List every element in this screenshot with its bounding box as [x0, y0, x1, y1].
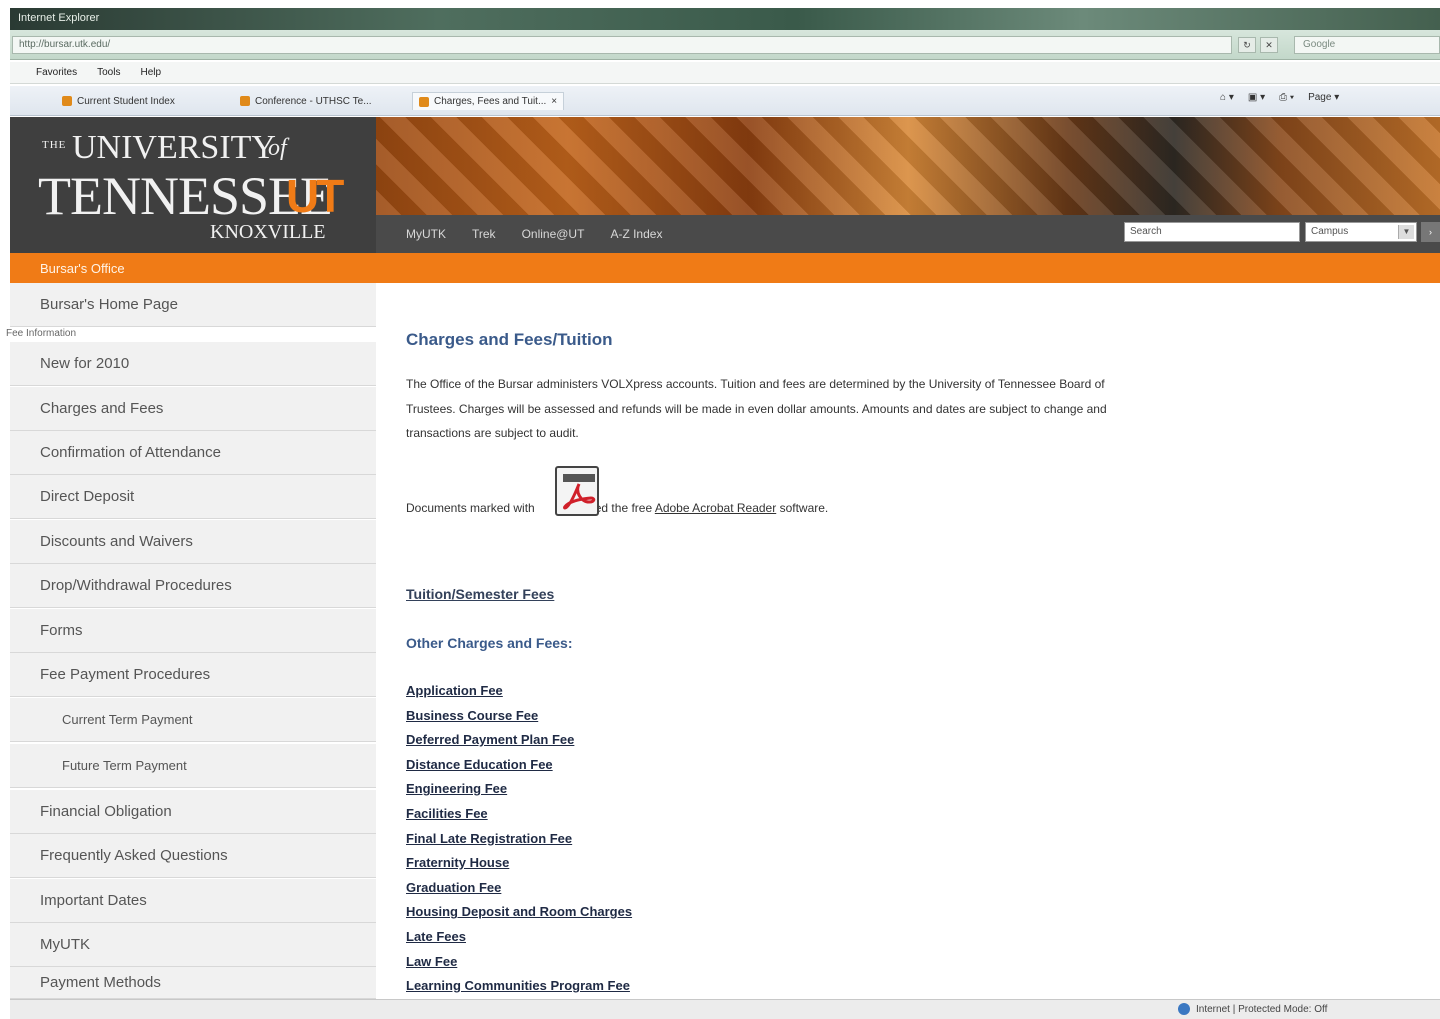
pdf-note-text: Documents marked with — [406, 501, 535, 515]
fee-link[interactable]: Application Fee — [406, 683, 632, 708]
feeds-icon[interactable]: ▣ ▾ — [1248, 92, 1265, 103]
logo-of: of — [268, 135, 287, 161]
fee-link[interactable]: Law Fee — [406, 954, 632, 979]
globe-icon — [1178, 1003, 1190, 1015]
nav-trek[interactable]: Trek — [472, 227, 496, 241]
menu-help[interactable]: Help — [140, 67, 161, 78]
section-label[interactable]: Bursar's Office — [40, 261, 125, 276]
nav-myutk[interactable]: MyUTK — [406, 227, 446, 241]
logo-knoxville: KNOXVILLE — [210, 221, 326, 243]
browser-address-bar: http://bursar.utk.edu/ ↻ ✕ Google — [10, 30, 1440, 60]
sidebar-section-label: Fee Information — [6, 328, 77, 339]
refresh-icon[interactable]: ↻ — [1238, 37, 1256, 53]
tab-label: Current Student Index — [77, 95, 175, 107]
fee-link[interactable]: Engineering Fee — [406, 781, 632, 806]
sidebar-item-forms[interactable]: Forms — [10, 609, 376, 653]
fee-link[interactable]: Graduation Fee — [406, 880, 632, 905]
intro-paragraph: The Office of the Bursar administers VOL… — [406, 377, 1107, 440]
page: Internet Explorer http://bursar.utk.edu/… — [0, 0, 1440, 1019]
pdf-icon — [555, 466, 599, 516]
pdf-note: Documents marked with need the free Adob… — [406, 501, 828, 515]
fee-link[interactable]: Late Fees — [406, 929, 632, 954]
nav-a-z-index[interactable]: A-Z Index — [610, 227, 662, 241]
section-bar — [10, 253, 1440, 283]
status-zone: Internet | Protected Mode: Off — [1178, 1003, 1327, 1015]
logo-ut-mark: UT — [286, 170, 344, 222]
tab-close-icon[interactable]: × — [551, 96, 557, 107]
window-title: Internet Explorer — [18, 12, 100, 24]
browser-titlebar: Internet Explorer — [10, 8, 1440, 30]
sidebar-item-discounts[interactable]: Discounts and Waivers — [10, 520, 376, 564]
sidebar-item-confirmation[interactable]: Confirmation of Attendance — [10, 431, 376, 475]
tab-charges-fees[interactable]: Charges, Fees and Tuit... × — [412, 92, 565, 110]
menu-favorites[interactable]: Favorites — [36, 67, 77, 78]
fee-list: Application Fee Business Course Fee Defe… — [406, 683, 632, 1003]
tab-conference[interactable]: Conference - UTHSC Te... — [234, 92, 378, 110]
campus-select[interactable]: Campus ▼ — [1305, 222, 1417, 242]
browser-status-bar: Internet | Protected Mode: Off — [10, 999, 1440, 1019]
menu-tools[interactable]: Tools — [97, 67, 120, 78]
sidebar-item-home[interactable]: Bursar's Home Page — [10, 283, 376, 327]
browser-search-input[interactable]: Google — [1294, 36, 1440, 54]
logo-the: THE — [42, 139, 67, 151]
favicon-icon — [240, 96, 250, 106]
chevron-down-icon: ▼ — [1398, 225, 1414, 239]
fee-link[interactable]: Facilities Fee — [406, 806, 632, 831]
campus-select-value: Campus — [1311, 226, 1349, 237]
pdf-note-text: software. — [779, 501, 829, 515]
sidebar-item-drop-withdrawal[interactable]: Drop/Withdrawal Procedures — [10, 564, 376, 608]
tab-bar: Current Student Index Conference - UTHSC… — [10, 86, 1440, 116]
fee-link[interactable]: Business Course Fee — [406, 708, 632, 733]
logo-university: UNIVERSITY — [72, 129, 276, 166]
search-go-button[interactable]: › — [1421, 222, 1440, 242]
tuition-semester-fees-link[interactable]: Tuition/Semester Fees — [406, 586, 554, 602]
fee-link[interactable]: Distance Education Fee — [406, 757, 632, 782]
adobe-reader-link[interactable]: Adobe Acrobat Reader — [655, 501, 776, 515]
site-search-input[interactable]: Search — [1124, 222, 1300, 242]
sidebar-item-charges[interactable]: Charges and Fees — [10, 387, 376, 431]
sidebar-item-future-term[interactable]: Future Term Payment — [10, 744, 376, 788]
sidebar-item-faq[interactable]: Frequently Asked Questions — [10, 834, 376, 878]
sidebar-item-payment-methods[interactable]: Payment Methods — [10, 967, 376, 999]
nav-online[interactable]: Online@UT — [522, 227, 585, 241]
page-menu[interactable]: Page ▾ — [1308, 92, 1339, 103]
command-bar: ⌂ ▾ ▣ ▾ ⎙ ▾ Page ▾ — [1220, 92, 1339, 103]
favicon-icon — [62, 96, 72, 106]
fee-link[interactable]: Final Late Registration Fee — [406, 831, 632, 856]
tab-label: Conference - UTHSC Te... — [255, 95, 372, 107]
fee-link[interactable]: Housing Deposit and Room Charges — [406, 904, 632, 929]
status-text: Internet | Protected Mode: Off — [1196, 1003, 1328, 1015]
header-banner-image — [376, 117, 1440, 215]
sidebar-item-new-2010[interactable]: New for 2010 — [10, 342, 376, 386]
menu-bar: Favorites Tools Help — [10, 62, 1440, 84]
favicon-icon — [419, 96, 429, 107]
sidebar-item-fee-payment[interactable]: Fee Payment Procedures — [10, 653, 376, 697]
fee-link[interactable]: Deferred Payment Plan Fee — [406, 732, 632, 757]
url-input[interactable]: http://bursar.utk.edu/ — [12, 36, 1232, 54]
page-title: Charges and Fees/Tuition — [406, 330, 613, 349]
tab-label: Charges, Fees and Tuit... — [434, 96, 547, 107]
sidebar-item-direct-deposit[interactable]: Direct Deposit — [10, 475, 376, 519]
sidebar-item-financial-obligation[interactable]: Financial Obligation — [10, 790, 376, 834]
home-icon[interactable]: ⌂ ▾ — [1220, 92, 1234, 103]
stop-icon[interactable]: ✕ — [1260, 37, 1278, 53]
ut-logo[interactable]: THE UNIVERSITY of TENNESSEE UT KNOXVILLE — [10, 117, 376, 253]
acrobat-icon — [563, 474, 596, 510]
other-charges-heading: Other Charges and Fees: — [406, 635, 573, 651]
print-icon[interactable]: ⎙ ▾ — [1279, 92, 1294, 103]
sidebar-item-current-term[interactable]: Current Term Payment — [10, 698, 376, 742]
sidebar-item-important-dates[interactable]: Important Dates — [10, 879, 376, 923]
fee-link[interactable]: Fraternity House — [406, 855, 632, 880]
tab-current-student-index[interactable]: Current Student Index — [56, 92, 181, 110]
sidebar-item-myutk[interactable]: MyUTK — [10, 923, 376, 967]
